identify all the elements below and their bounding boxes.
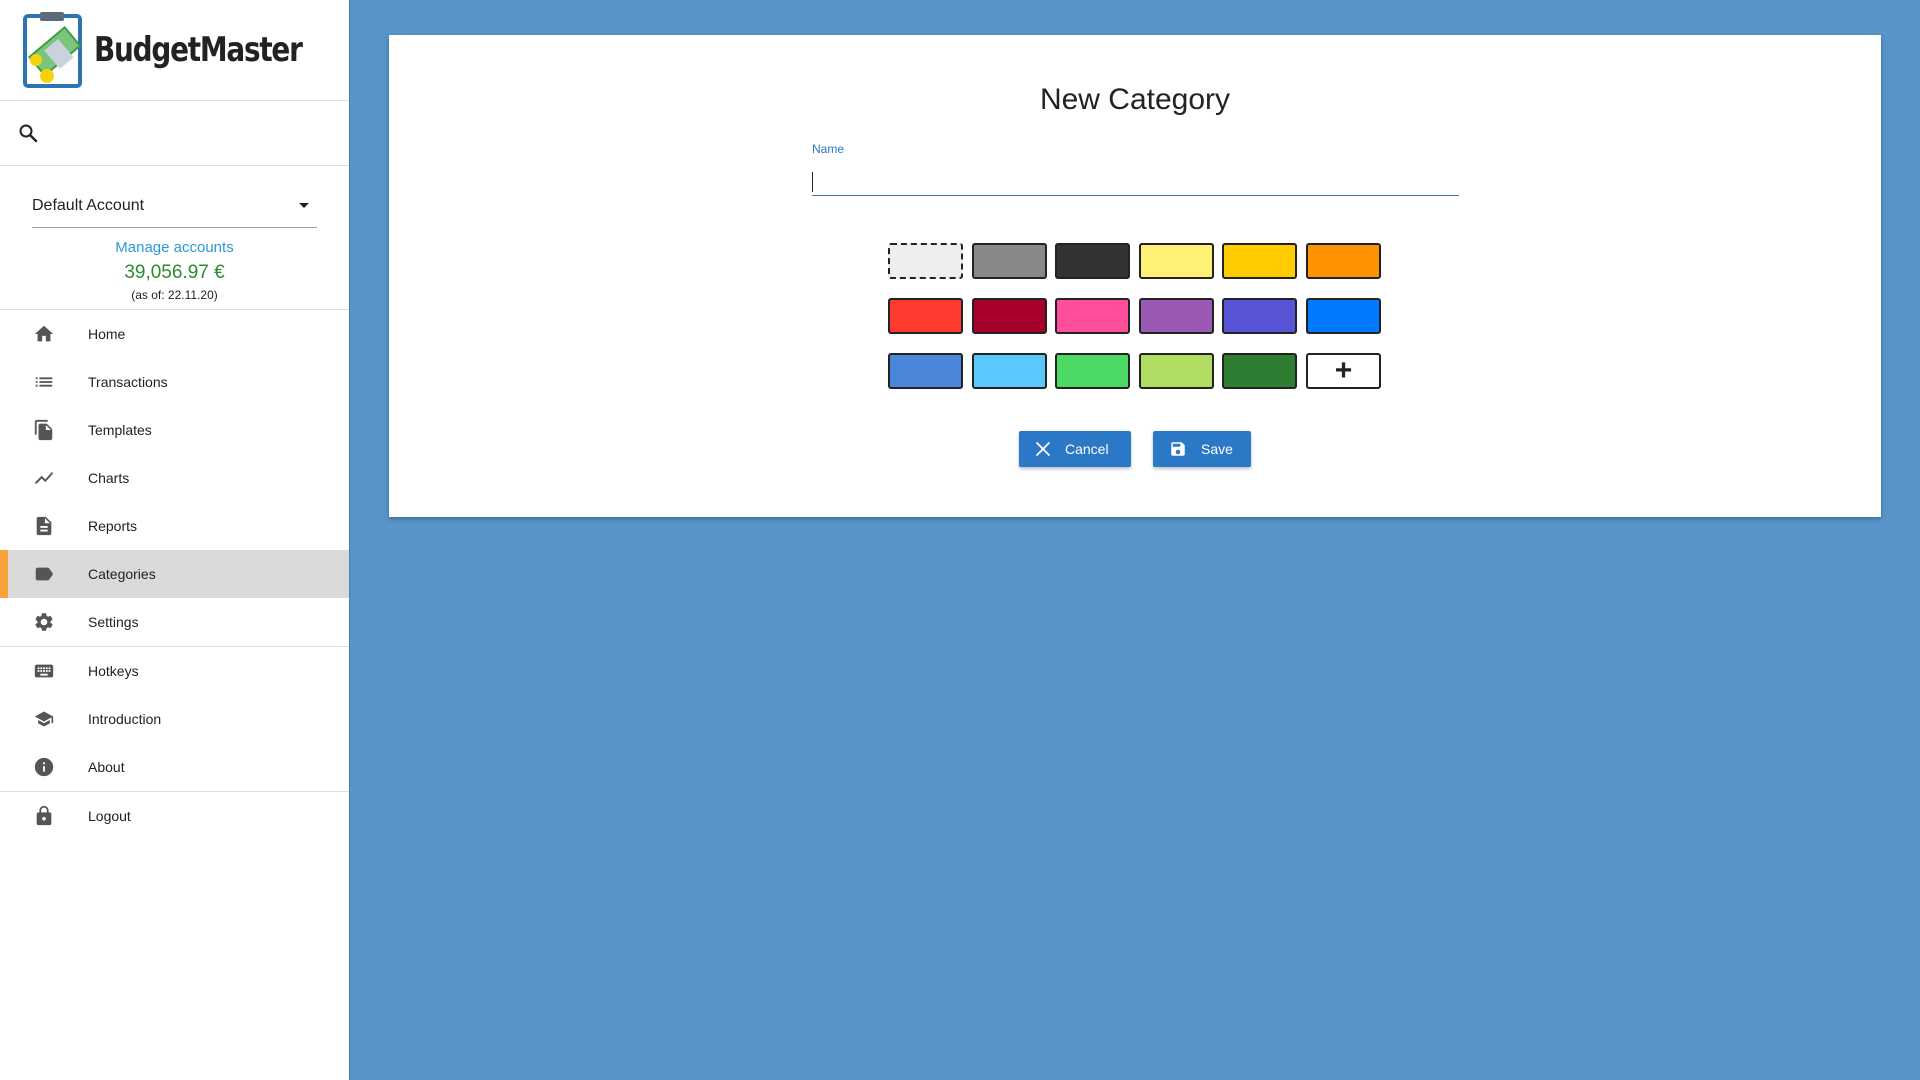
sidebar-item-logout[interactable]: Logout	[0, 792, 349, 840]
file-copy-icon	[32, 418, 56, 442]
sidebar-item-label: Templates	[88, 422, 152, 438]
sidebar-item-label: Home	[88, 326, 126, 342]
sidebar-item-label: About	[88, 759, 125, 775]
color-swatch[interactable]	[888, 298, 963, 334]
sidebar: BudgetMaster Default Account Manage acco…	[0, 0, 350, 1080]
name-label: Name	[812, 142, 845, 156]
home-icon	[32, 322, 56, 346]
sidebar-item-settings[interactable]: Settings	[0, 598, 349, 646]
color-swatch[interactable]	[971, 353, 1047, 389]
sidebar-item-hotkeys[interactable]: Hotkeys	[0, 647, 349, 695]
sidebar-item-label: Logout	[88, 808, 131, 824]
close-icon	[1035, 441, 1051, 457]
search-icon[interactable]	[16, 121, 40, 145]
page-title: New Category	[1039, 83, 1231, 116]
balance-as-of: (as of: 22.11.20)	[131, 288, 218, 302]
color-swatch[interactable]	[1305, 243, 1381, 279]
gear-icon	[32, 610, 56, 634]
sidebar-item-templates[interactable]: Templates	[0, 406, 349, 454]
sidebar-item-reports[interactable]: Reports	[0, 502, 349, 550]
manage-accounts-link[interactable]: Manage accounts	[32, 239, 317, 256]
sidebar-item-charts[interactable]: Charts	[0, 454, 349, 502]
app-name: BudgetMaster	[94, 30, 303, 70]
list-icon	[32, 370, 56, 394]
color-swatch[interactable]	[1222, 353, 1298, 389]
custom-color-button[interactable]: +	[1305, 353, 1381, 389]
account-block: Default Account Manage accounts 39,056.9…	[0, 166, 349, 310]
budgetmaster-logo-icon	[23, 12, 82, 88]
cancel-button[interactable]: Cancel	[1019, 431, 1131, 467]
sidebar-item-label: Reports	[88, 518, 138, 534]
form-actions: Cancel Save	[389, 431, 1881, 467]
color-swatch[interactable]	[1222, 243, 1298, 279]
save-button-label: Save	[1201, 441, 1233, 457]
name-field: Name	[812, 142, 1459, 198]
sidebar-item-label: Introduction	[88, 711, 162, 727]
text-cursor	[812, 172, 813, 192]
color-swatch[interactable]	[971, 298, 1047, 334]
sidebar-item-label: Charts	[88, 470, 130, 486]
color-picker: +	[888, 243, 1381, 389]
color-swatch[interactable]	[1138, 243, 1214, 279]
account-balance: 39,056.97 €	[124, 262, 225, 283]
keyboard-icon	[32, 659, 56, 683]
new-category-card: New Category Name + Cancel Save	[389, 35, 1881, 517]
school-icon	[32, 707, 56, 731]
sidebar-item-transactions[interactable]: Transactions	[0, 358, 349, 406]
sidebar-nav: Home Transactions Templates Charts Repor…	[0, 310, 349, 840]
lock-icon	[32, 804, 56, 828]
sidebar-item-introduction[interactable]: Introduction	[0, 695, 349, 743]
color-swatch[interactable]	[1305, 298, 1381, 334]
chart-line-icon	[32, 466, 56, 490]
label-icon	[32, 562, 56, 586]
account-select[interactable]: Default Account	[32, 184, 317, 228]
sidebar-item-label: Categories	[88, 566, 156, 582]
color-swatch[interactable]	[971, 243, 1047, 279]
color-swatch[interactable]	[888, 243, 963, 279]
document-icon	[32, 514, 56, 538]
color-swatch[interactable]	[888, 353, 963, 389]
name-input[interactable]	[812, 166, 1459, 196]
sidebar-item-label: Hotkeys	[88, 663, 139, 679]
sidebar-item-home[interactable]: Home	[0, 310, 349, 358]
save-icon	[1169, 440, 1187, 458]
sidebar-item-label: Transactions	[88, 374, 168, 390]
color-swatch[interactable]	[1138, 298, 1214, 334]
caret-down-icon	[299, 203, 309, 208]
save-button[interactable]: Save	[1153, 431, 1251, 467]
sidebar-item-categories[interactable]: Categories	[0, 550, 349, 598]
cancel-button-label: Cancel	[1065, 441, 1109, 457]
color-swatch[interactable]	[1222, 298, 1298, 334]
sidebar-item-label: Settings	[88, 614, 139, 630]
logo-area[interactable]: BudgetMaster	[0, 0, 349, 101]
color-swatch[interactable]	[1055, 298, 1131, 334]
color-swatch[interactable]	[1055, 353, 1131, 389]
color-swatch[interactable]	[1055, 243, 1131, 279]
color-swatch[interactable]	[1138, 353, 1214, 389]
sidebar-item-about[interactable]: About	[0, 743, 349, 791]
info-icon	[32, 755, 56, 779]
search-row[interactable]	[0, 101, 349, 166]
account-select-value: Default Account	[32, 196, 145, 214]
